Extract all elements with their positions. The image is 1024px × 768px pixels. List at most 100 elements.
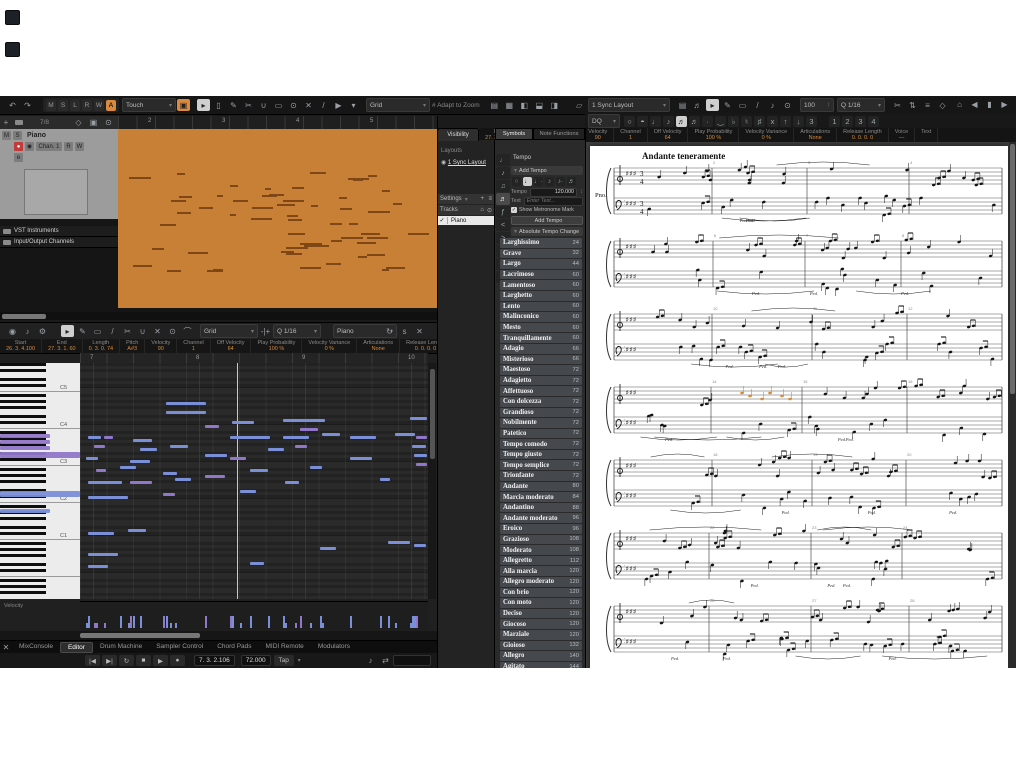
tempo-preset-item[interactable]: Adagietto 72 (500, 376, 582, 386)
tempo-preset-item[interactable]: Con dolcezza 72 (500, 397, 582, 407)
right-zone-icon[interactable]: ◨ (548, 99, 561, 111)
info-field[interactable]: Play Probability 100 % (688, 128, 739, 142)
velocity-bar[interactable] (295, 623, 297, 628)
folder-icon[interactable] (15, 120, 23, 125)
scroll-thumb[interactable] (430, 369, 435, 459)
natural-button[interactable]: ♮ (741, 116, 752, 127)
velocity-bar[interactable] (310, 623, 312, 628)
midi-note[interactable] (283, 436, 309, 439)
midi-note[interactable] (320, 547, 336, 550)
pane-divider[interactable] (585, 128, 586, 668)
midi-note[interactable] (170, 445, 188, 448)
settings-icon[interactable]: ⚙ (36, 325, 49, 337)
click-level-field[interactable] (393, 655, 431, 666)
tempo-preset-item[interactable]: Malinconico 60 (500, 312, 582, 322)
zoom-level-control[interactable]: 100 ↕ (800, 98, 834, 112)
info-field[interactable]: Articulations None (794, 128, 837, 142)
midi-note[interactable] (395, 433, 415, 436)
flip-icon[interactable]: ⇅ (906, 99, 919, 111)
lower-zone-tab[interactable]: MIDI Remote (259, 642, 311, 653)
velocity-bar[interactable] (130, 616, 132, 628)
automation-mode-select[interactable]: Touch ▾ (122, 98, 176, 112)
sharp-button[interactable]: ♯ (754, 116, 765, 127)
position-display[interactable]: 7. 3. 2.106 (194, 655, 235, 666)
info-field[interactable]: Voice — (889, 128, 915, 142)
tempo-preset-item[interactable]: Allegretto 112 (500, 556, 582, 566)
snap-icon[interactable]: ▣ (177, 99, 190, 111)
tempo-preset-item[interactable]: Eroico 96 (500, 524, 582, 534)
midi-note[interactable] (295, 445, 307, 448)
select-icon[interactable]: ▸ (61, 325, 74, 337)
menu-icon[interactable]: ≡ (488, 196, 492, 202)
velocity-bar[interactable] (88, 623, 90, 628)
line-icon[interactable]: ⌒ (181, 325, 194, 337)
eighth-note-button[interactable]: ♪ (545, 177, 554, 186)
channel-select[interactable]: Chan. 1 (36, 142, 62, 151)
clef-icon[interactable]: ♩ (496, 154, 510, 166)
midi-note[interactable] (322, 433, 340, 436)
chord-icon[interactable]: ♫ (496, 180, 510, 192)
velocity-bar[interactable] (350, 623, 352, 628)
midi-note[interactable] (94, 445, 105, 448)
thirtysecond-note-button[interactable]: ♬ (689, 116, 700, 127)
black-key[interactable] (0, 468, 46, 471)
velocity-bar[interactable] (120, 616, 122, 628)
feedback-icon[interactable]: ♪ (21, 325, 34, 337)
velocity-bar[interactable] (133, 616, 135, 628)
midi-note[interactable] (88, 481, 122, 484)
tempo-value-input[interactable]: 120.000 (530, 188, 577, 197)
tempo-preset-item[interactable]: Tempo comodo 72 (500, 439, 582, 449)
tempo-preset-item[interactable]: Andantino 88 (500, 503, 582, 513)
editor-ruler[interactable]: 78910 (80, 353, 428, 363)
pane-box-icon[interactable]: ▮ (983, 98, 996, 110)
black-key[interactable] (0, 378, 46, 381)
midi-note[interactable] (250, 469, 268, 472)
undo-icon[interactable]: ↶ (6, 99, 19, 111)
midi-note[interactable] (380, 478, 390, 481)
tie-button[interactable]: ‿ (715, 116, 726, 127)
dotted-eighth-button[interactable]: ♪· (556, 177, 565, 186)
tempo-preset-item[interactable]: Patetico 72 (500, 429, 582, 439)
tempo-preset-item[interactable]: Largo 44 (500, 259, 582, 269)
scroll-thumb[interactable] (2, 314, 46, 319)
tempo-preset-item[interactable]: Trionfante 72 (500, 471, 582, 481)
close-icon[interactable]: ✕ (1, 642, 11, 654)
metronome-mark-checkbox[interactable]: ✓ Show Metronome Mark (511, 206, 583, 214)
velocity-bar[interactable] (250, 616, 252, 628)
tempo-preset-item[interactable]: Con brio 120 (500, 588, 582, 598)
mute-button[interactable]: M (46, 100, 56, 111)
midi-note[interactable] (230, 457, 246, 460)
info-field[interactable]: Pitch A#3 (120, 339, 145, 353)
midi-note[interactable] (268, 448, 284, 451)
voice-1-button[interactable]: 1 (829, 116, 840, 127)
lower-zone-icon[interactable]: ⬓ (533, 99, 546, 111)
info-field[interactable]: Start 26. 3. 4.100 (0, 339, 42, 353)
tempo-preset-item[interactable]: Grandioso 72 (500, 408, 582, 418)
flat-button[interactable]: ♭ (728, 116, 739, 127)
midi-note[interactable] (96, 469, 106, 472)
midi-note[interactable] (250, 562, 264, 565)
line-icon[interactable]: / (317, 99, 330, 111)
eighth-note-button[interactable]: ♪ (663, 116, 674, 127)
editor-grid-select[interactable]: Grid ▾ (200, 324, 258, 338)
tempo-preset-item[interactable]: Larghetto 60 (500, 291, 582, 301)
tempo-text-input[interactable] (527, 198, 580, 204)
tempo-text-input[interactable] (524, 197, 583, 206)
velocity-bar[interactable] (128, 623, 130, 628)
tempo-preset-item[interactable]: Grazioso 108 (500, 535, 582, 545)
magnify-icon[interactable]: ⊙ (102, 117, 115, 129)
trim-icon[interactable]: / (751, 99, 764, 111)
double-sharp-button[interactable]: x (767, 116, 778, 127)
black-key[interactable] (0, 480, 46, 483)
tempo-preset-item[interactable]: Agitato 144 (500, 662, 582, 668)
solo-button[interactable]: S (58, 100, 68, 111)
lower-zone-tab[interactable]: Drum Machine (93, 642, 149, 653)
scroll-thumb[interactable] (1010, 144, 1015, 394)
note-icon[interactable]: ♪ (496, 167, 510, 179)
metronome-icon[interactable]: ♪ (364, 655, 377, 667)
velocity-bar[interactable] (322, 623, 324, 628)
highlighted-key[interactable] (0, 440, 50, 444)
tempo-preset-item[interactable]: Nobilmente 72 (500, 418, 582, 428)
black-key[interactable] (0, 363, 46, 366)
erase-icon[interactable]: ▭ (736, 99, 749, 111)
